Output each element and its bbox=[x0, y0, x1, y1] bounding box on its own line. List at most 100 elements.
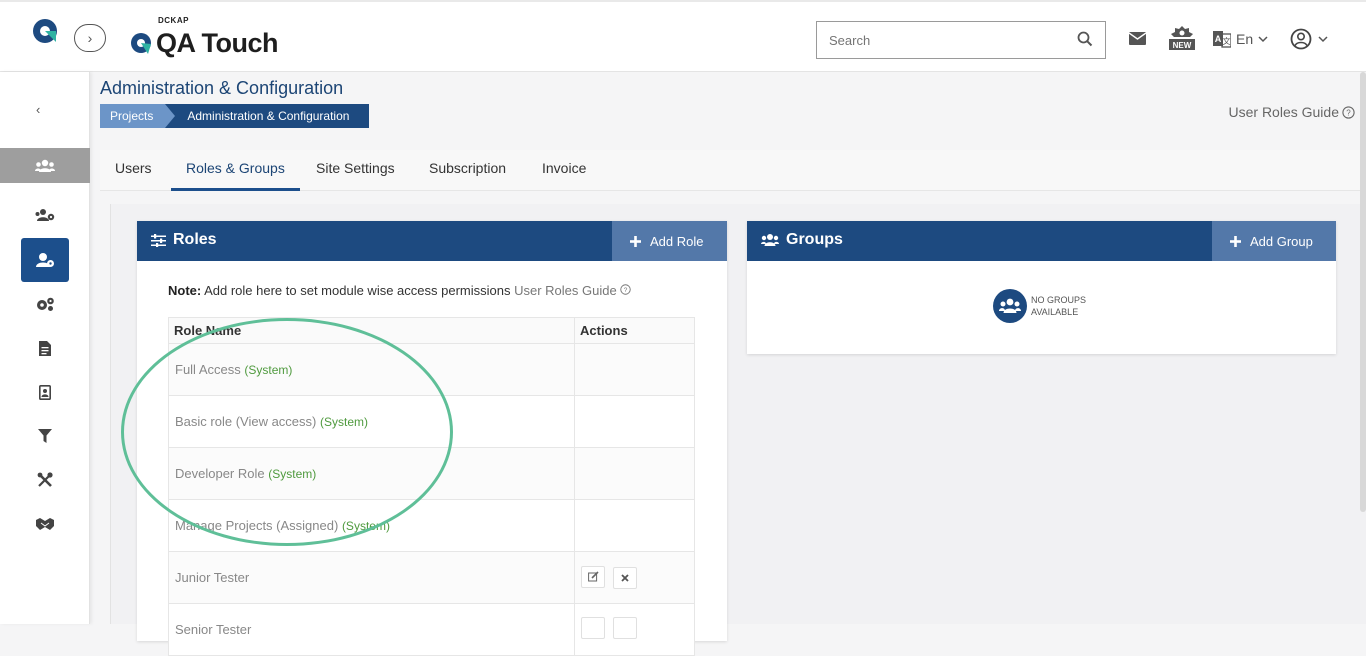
sidebar-item-settings[interactable] bbox=[0, 289, 90, 319]
table-row[interactable]: Basic role (View access) (System) bbox=[168, 395, 695, 448]
table-row[interactable]: Junior Tester bbox=[168, 551, 695, 604]
groups-panel-header: Groups Add Group bbox=[747, 221, 1336, 261]
user-menu[interactable] bbox=[1290, 28, 1328, 50]
edit-role-button[interactable] bbox=[581, 565, 605, 588]
groups-panel: Groups Add Group NO GROUPS AVAILABLE bbox=[747, 221, 1336, 354]
note-text: Add role here to set module wise access … bbox=[201, 283, 515, 298]
actions-cell bbox=[574, 499, 695, 552]
add-role-label: Add Role bbox=[650, 233, 704, 249]
role-name-cell: Junior Tester bbox=[168, 551, 575, 604]
roles-panel: Roles Add Role Note: Add role here to se… bbox=[137, 221, 727, 656]
empty-line-2: AVAILABLE bbox=[1031, 307, 1079, 317]
role-name: Manage Projects (Assigned) bbox=[175, 518, 339, 533]
role-name: Senior Tester bbox=[175, 622, 252, 637]
roles-note: Note: Add role here to set module wise a… bbox=[168, 283, 632, 298]
search-box bbox=[816, 21, 1106, 59]
column-role-name: Role Name bbox=[168, 317, 575, 344]
table-row[interactable]: Manage Projects (Assigned) (System) bbox=[168, 499, 695, 552]
users-gear-icon bbox=[35, 209, 55, 221]
tab-invoice[interactable]: Invoice bbox=[527, 150, 601, 191]
note-label: Note: bbox=[168, 283, 202, 298]
groups-empty-icon bbox=[993, 289, 1027, 323]
roles-panel-header: Roles Add Role bbox=[137, 221, 727, 261]
search-icon[interactable] bbox=[1077, 31, 1093, 47]
expand-menu-button[interactable]: › bbox=[74, 24, 106, 52]
sidebar-item-contacts[interactable] bbox=[0, 377, 90, 407]
edit-icon bbox=[587, 571, 599, 582]
chevron-down-icon bbox=[1318, 35, 1328, 42]
role-name: Junior Tester bbox=[175, 570, 250, 585]
tab-users[interactable]: Users bbox=[100, 150, 167, 191]
user-avatar-icon bbox=[1290, 28, 1312, 50]
role-name: Developer Role bbox=[175, 466, 265, 481]
svg-text:NEW: NEW bbox=[1173, 41, 1192, 50]
language-selector[interactable]: A 文 En bbox=[1213, 30, 1268, 48]
table-row[interactable]: Senior Tester bbox=[168, 603, 695, 656]
role-name: Full Access bbox=[175, 362, 241, 377]
sidebar-item-integrations[interactable] bbox=[0, 509, 90, 539]
gears-icon bbox=[37, 297, 54, 311]
role-name-cell: Full Access (System) bbox=[168, 343, 575, 396]
sidebar-collapse-icon[interactable]: ‹ bbox=[36, 102, 40, 117]
add-role-button[interactable]: Add Role bbox=[612, 221, 727, 261]
search-input[interactable] bbox=[817, 22, 1057, 58]
sidebar-item-user-management[interactable] bbox=[21, 238, 69, 282]
actions-cell bbox=[574, 343, 695, 396]
whats-new-icon[interactable]: NEW bbox=[1168, 24, 1196, 52]
add-group-button[interactable]: Add Group bbox=[1212, 221, 1336, 261]
plus-icon bbox=[1230, 235, 1241, 247]
team-icon bbox=[35, 159, 55, 172]
tab-site-settings[interactable]: Site Settings bbox=[301, 150, 410, 191]
svg-text:?: ? bbox=[1346, 108, 1351, 117]
actions-cell bbox=[574, 603, 695, 656]
user-manage-icon bbox=[36, 253, 54, 267]
actions-cell bbox=[574, 447, 695, 500]
actions-cell bbox=[574, 395, 695, 448]
groups-panel-title: Groups bbox=[761, 231, 843, 249]
close-icon bbox=[620, 574, 629, 582]
role-name-cell: Developer Role (System) bbox=[168, 447, 575, 500]
handshake-icon bbox=[36, 518, 54, 530]
sidebar-item-tools[interactable] bbox=[0, 465, 90, 495]
table-row[interactable]: Full Access (System) bbox=[168, 343, 695, 396]
note-guide-link[interactable]: User Roles Guide ? bbox=[514, 283, 632, 298]
role-name-cell: Manage Projects (Assigned) (System) bbox=[168, 499, 575, 552]
brand-subtitle: DCKAP bbox=[158, 16, 189, 25]
sidebar-item-users[interactable] bbox=[0, 200, 90, 230]
delete-role-button[interactable] bbox=[612, 617, 637, 639]
page-title: Administration & Configuration bbox=[100, 78, 344, 98]
qa-touch-logo-icon[interactable] bbox=[32, 18, 58, 44]
guide-link-label: User Roles Guide bbox=[1228, 104, 1340, 120]
top-header: › DCKAP QA Touch NEW A 文 En bbox=[0, 0, 1366, 72]
sidebar-item-documents[interactable] bbox=[0, 333, 90, 363]
groups-title: Groups bbox=[786, 231, 843, 248]
sidebar-item-filter[interactable] bbox=[0, 421, 90, 451]
user-roles-guide-link[interactable]: User Roles Guide ? bbox=[1229, 104, 1356, 120]
breadcrumb-current: Administration & Configuration bbox=[165, 104, 370, 128]
system-tag: (System) bbox=[244, 363, 293, 377]
brand-icon bbox=[131, 33, 151, 54]
delete-role-button[interactable] bbox=[612, 567, 637, 590]
breadcrumb-projects[interactable]: Projects bbox=[100, 104, 176, 128]
system-tag: (System) bbox=[341, 519, 390, 533]
svg-text:A: A bbox=[1215, 34, 1222, 44]
breadcrumb: Projects Administration & Configuration bbox=[100, 104, 370, 128]
tab-subscription[interactable]: Subscription bbox=[414, 150, 521, 191]
contact-card-icon bbox=[39, 384, 51, 400]
filter-icon bbox=[38, 429, 52, 443]
tab-roles-groups[interactable]: Roles & Groups bbox=[171, 150, 300, 191]
column-actions: Actions bbox=[574, 317, 695, 344]
plus-icon bbox=[630, 235, 641, 247]
table-row[interactable]: Developer Role (System) bbox=[168, 447, 695, 500]
page-scrollbar[interactable] bbox=[1360, 72, 1366, 512]
mail-icon[interactable] bbox=[1129, 32, 1146, 45]
sliders-icon bbox=[151, 233, 166, 247]
sidebar-item-teams[interactable] bbox=[0, 148, 90, 183]
help-icon: ? bbox=[620, 284, 632, 295]
edit-role-button[interactable] bbox=[581, 617, 605, 639]
role-name: Basic role (View access) bbox=[175, 414, 317, 429]
system-tag: (System) bbox=[268, 467, 317, 481]
language-label: En bbox=[1236, 31, 1254, 47]
roles-panel-title: Roles bbox=[151, 231, 217, 249]
left-sidebar: ‹ bbox=[0, 72, 90, 624]
